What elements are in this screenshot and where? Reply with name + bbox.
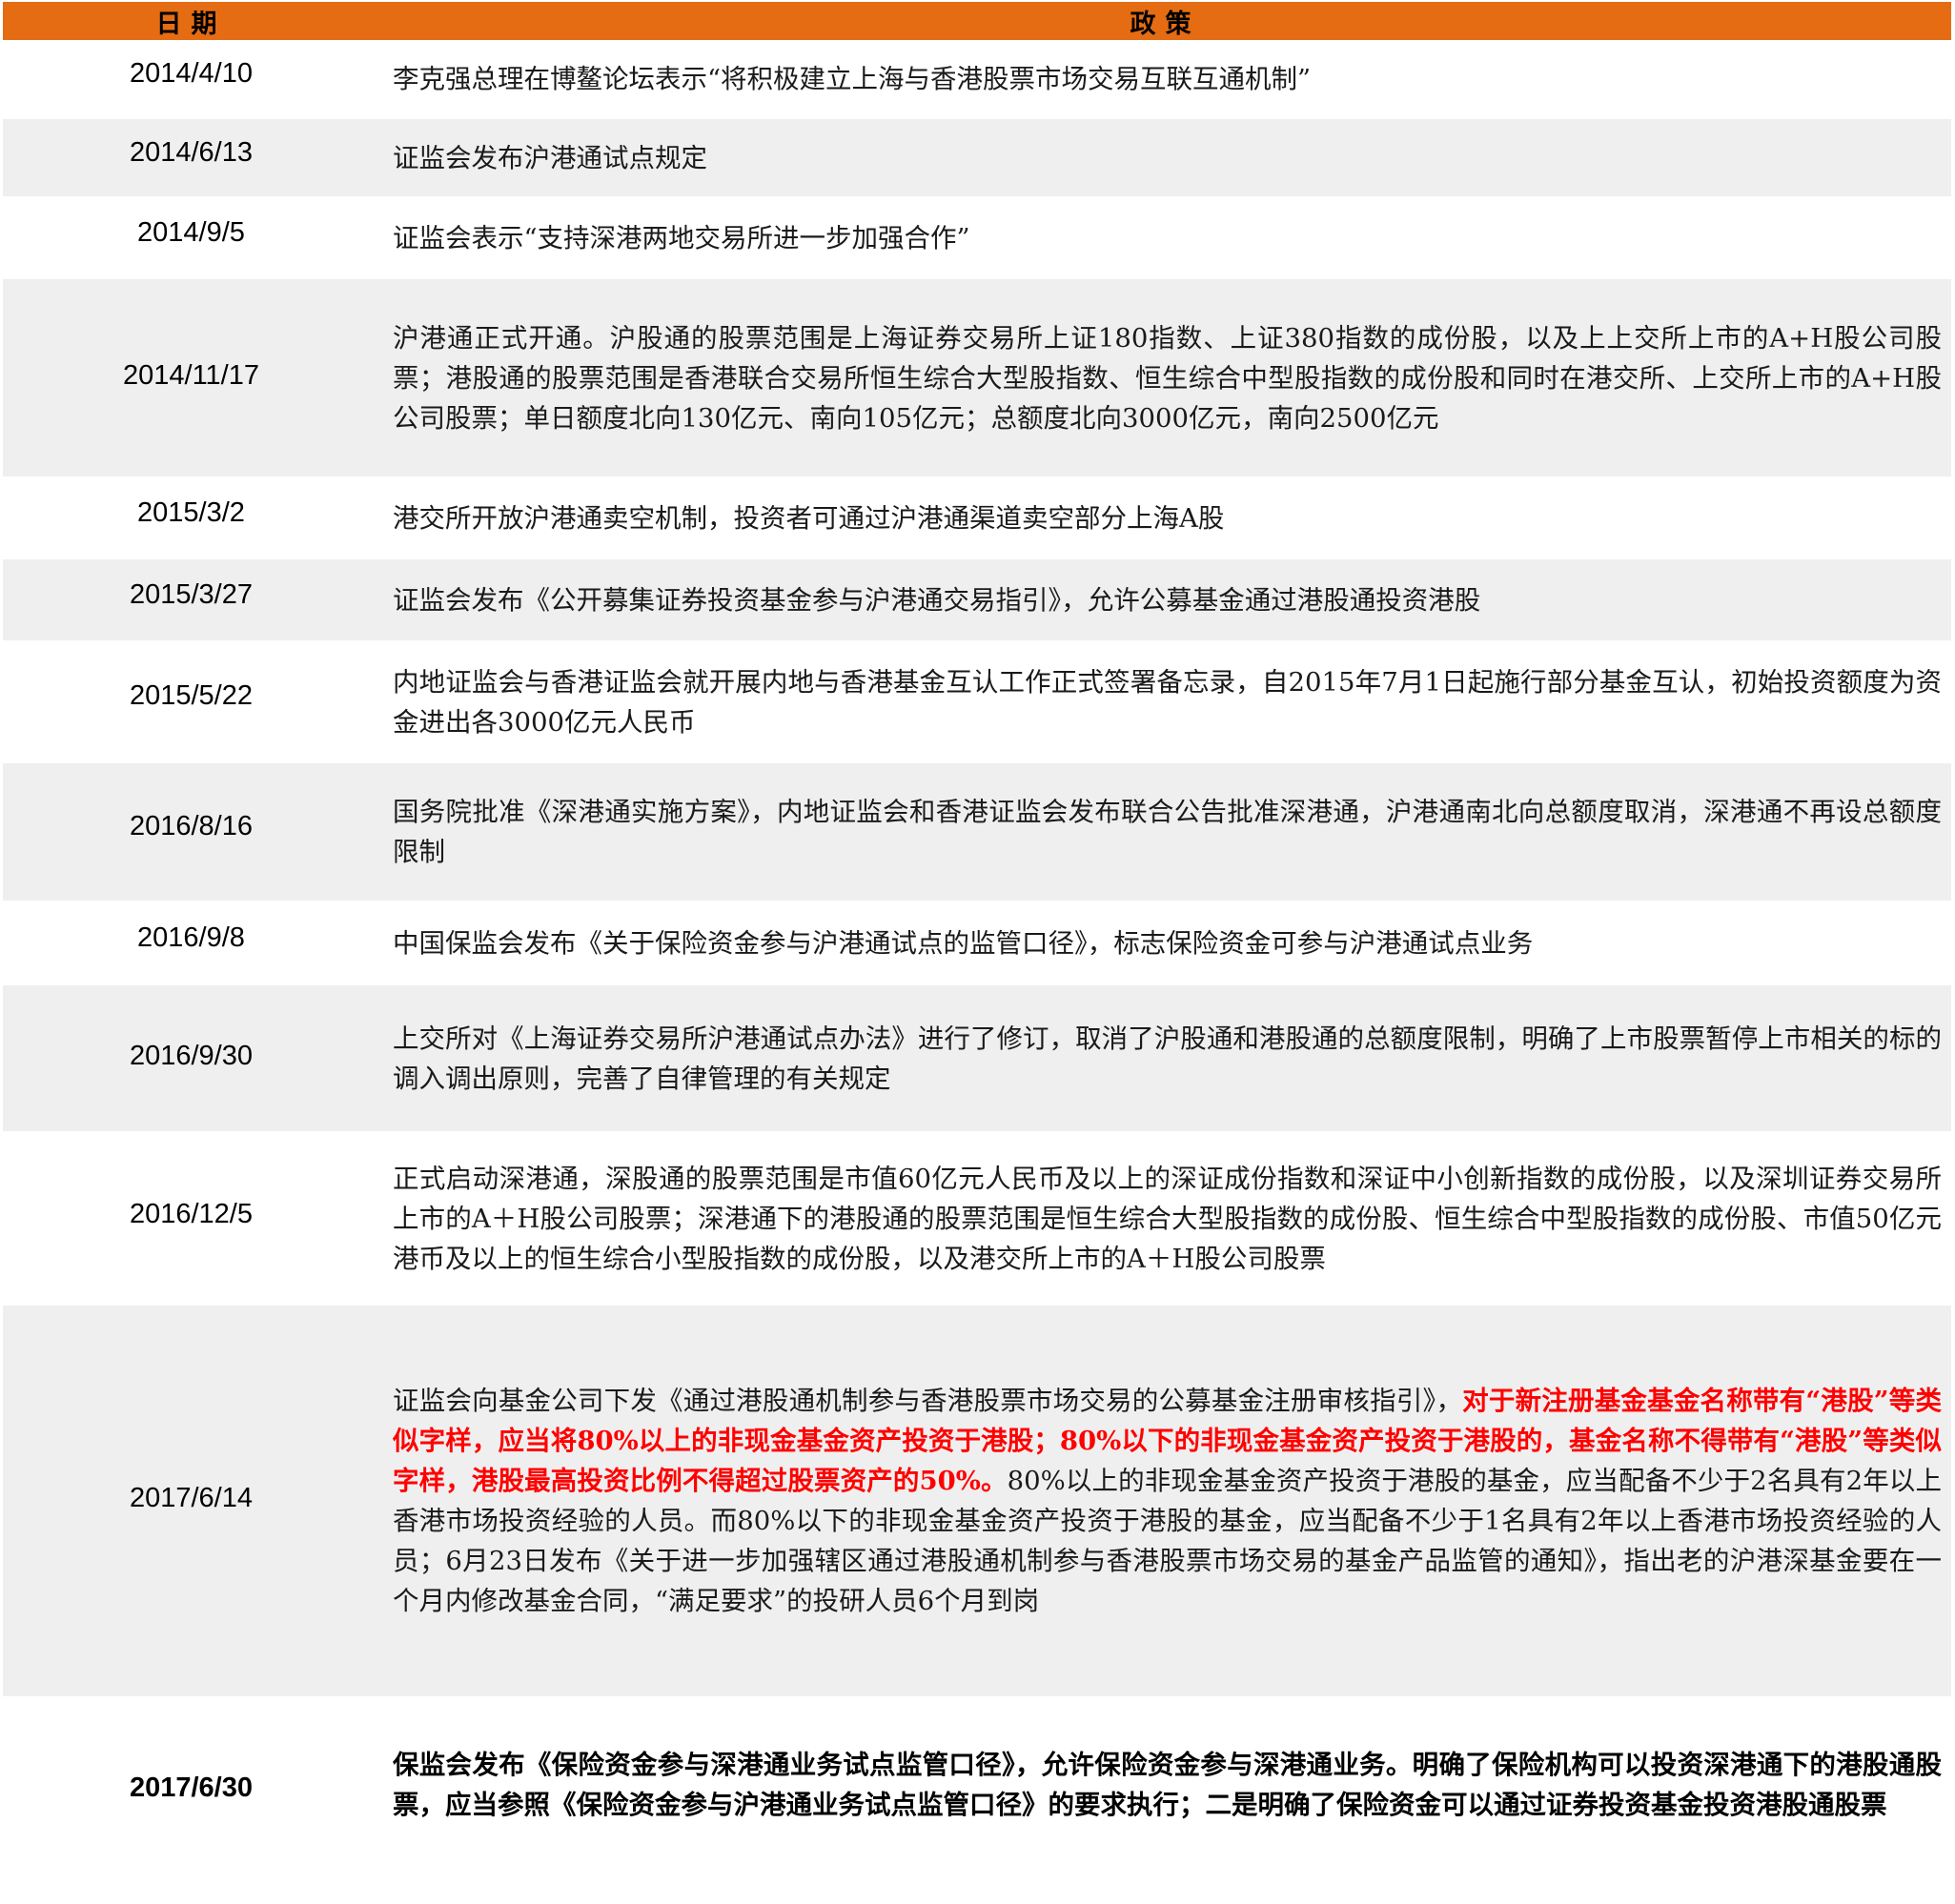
policy-column-header: 政策 [379, 2, 1951, 40]
table-row: 2015/3/27 证监会发布《公开募集证券投资基金参与沪港通交易指引》，允许公… [3, 557, 1951, 641]
policy-cell: 正式启动深港通，深股通的股票范围是市值60亿元人民币及以上的深证成份指数和深证中… [379, 1131, 1951, 1305]
date-text: 2017/6/30 [129, 1772, 253, 1803]
policy-cell: 证监会发布沪港通试点规定 [379, 117, 1951, 197]
date-text: 2014/4/10 [129, 58, 253, 89]
policy-cell: 内地证监会与香港证监会就开展内地与香港基金互认工作正式签署备忘录，自2015年7… [379, 640, 1951, 762]
policy-cell: 沪港通正式开通。沪股通的股票范围是上海证券交易所上证180指数、上证380指数的… [379, 277, 1951, 477]
date-cell: 2017/6/30 [3, 1696, 379, 1871]
table-row: 2014/9/5 证监会表示“支持深港两地交易所进一步加强合作” [3, 196, 1951, 278]
date-cell: 2015/5/22 [3, 640, 379, 762]
date-cell: 2016/9/8 [3, 901, 379, 984]
date-text: 2014/6/13 [129, 137, 253, 168]
date-cell: 2014/4/10 [3, 40, 379, 118]
table-row: 2015/5/22 内地证监会与香港证监会就开展内地与香港基金互认工作正式签署备… [3, 640, 1951, 762]
date-text: 2014/9/5 [137, 217, 245, 248]
date-cell: 2017/6/14 [3, 1304, 379, 1697]
date-text: 2017/6/14 [129, 1482, 253, 1513]
date-text: 2014/11/17 [123, 360, 259, 391]
table-row: 2016/12/5 正式启动深港通，深股通的股票范围是市值60亿元人民币及以上的… [3, 1131, 1951, 1305]
policy-intro-text: 证监会向基金公司下发《通过港股通机制参与香港股票市场交易的公募基金注册审核指引》… [393, 1386, 1463, 1416]
policy-cell: 保监会发布《保险资金参与深港通业务试点监管口径》，允许保险资金参与深港通业务。明… [379, 1696, 1951, 1871]
policy-cell: 证监会发布《公开募集证券投资基金参与沪港通交易指引》，允许公募基金通过港股通投资… [379, 557, 1951, 641]
table-row: 2017/6/30 保监会发布《保险资金参与深港通业务试点监管口径》，允许保险资… [3, 1696, 1951, 1871]
date-cell: 2014/11/17 [3, 277, 379, 477]
date-text: 2016/9/30 [129, 1041, 253, 1071]
policy-timeline-table: 日期 政策 2014/4/10 李克强总理在博鳌论坛表示“将积极建立上海与香港股… [3, 2, 1951, 1871]
table-row: 2016/9/8 中国保监会发布《关于保险资金参与沪港通试点的监管口径》，标志保… [3, 901, 1951, 984]
date-cell: 2016/12/5 [3, 1131, 379, 1305]
table-row: 2014/11/17 沪港通正式开通。沪股通的股票范围是上海证券交易所上证180… [3, 277, 1951, 477]
policy-cell: 国务院批准《深港通实施方案》，内地证监会和香港证监会发布联合公告批准深港通，沪港… [379, 761, 1951, 901]
date-column-header: 日期 [3, 2, 379, 40]
date-text: 2015/5/22 [129, 680, 253, 711]
date-text: 2016/9/8 [137, 922, 245, 953]
date-text: 2016/8/16 [129, 810, 253, 841]
table-row: 2015/3/2 港交所开放沪港通卖空机制，投资者可通过沪港通渠道卖空部分上海A… [3, 476, 1951, 558]
table-row: 2017/6/14 证监会向基金公司下发《通过港股通机制参与香港股票市场交易的公… [3, 1304, 1951, 1697]
policy-cell: 港交所开放沪港通卖空机制，投资者可通过沪港通渠道卖空部分上海A股 [379, 476, 1951, 558]
policy-cell: 证监会向基金公司下发《通过港股通机制参与香港股票市场交易的公募基金注册审核指引》… [379, 1304, 1951, 1697]
date-cell: 2015/3/2 [3, 476, 379, 558]
policy-cell: 上交所对《上海证券交易所沪港通试点办法》进行了修订，取消了沪股通和港股通的总额度… [379, 983, 1951, 1132]
date-cell: 2015/3/27 [3, 557, 379, 641]
date-text: 2015/3/2 [137, 497, 245, 528]
date-cell: 2016/9/30 [3, 983, 379, 1132]
table-row: 2016/8/16 国务院批准《深港通实施方案》，内地证监会和香港证监会发布联合… [3, 761, 1951, 901]
date-cell: 2014/6/13 [3, 117, 379, 197]
date-text: 2015/3/27 [129, 579, 253, 610]
table-row: 2014/6/13 证监会发布沪港通试点规定 [3, 117, 1951, 197]
policy-cell: 中国保监会发布《关于保险资金参与沪港通试点的监管口径》，标志保险资金可参与沪港通… [379, 901, 1951, 984]
policy-cell: 证监会表示“支持深港两地交易所进一步加强合作” [379, 196, 1951, 278]
date-cell: 2014/9/5 [3, 196, 379, 278]
table-header-row: 日期 政策 [3, 2, 1951, 40]
date-text: 2016/12/5 [129, 1199, 253, 1229]
date-cell: 2016/8/16 [3, 761, 379, 901]
policy-cell: 李克强总理在博鳌论坛表示“将积极建立上海与香港股票市场交易互联互通机制” [379, 40, 1951, 118]
table-row: 2016/9/30 上交所对《上海证券交易所沪港通试点办法》进行了修订，取消了沪… [3, 983, 1951, 1132]
table-row: 2014/4/10 李克强总理在博鳌论坛表示“将积极建立上海与香港股票市场交易互… [3, 40, 1951, 118]
